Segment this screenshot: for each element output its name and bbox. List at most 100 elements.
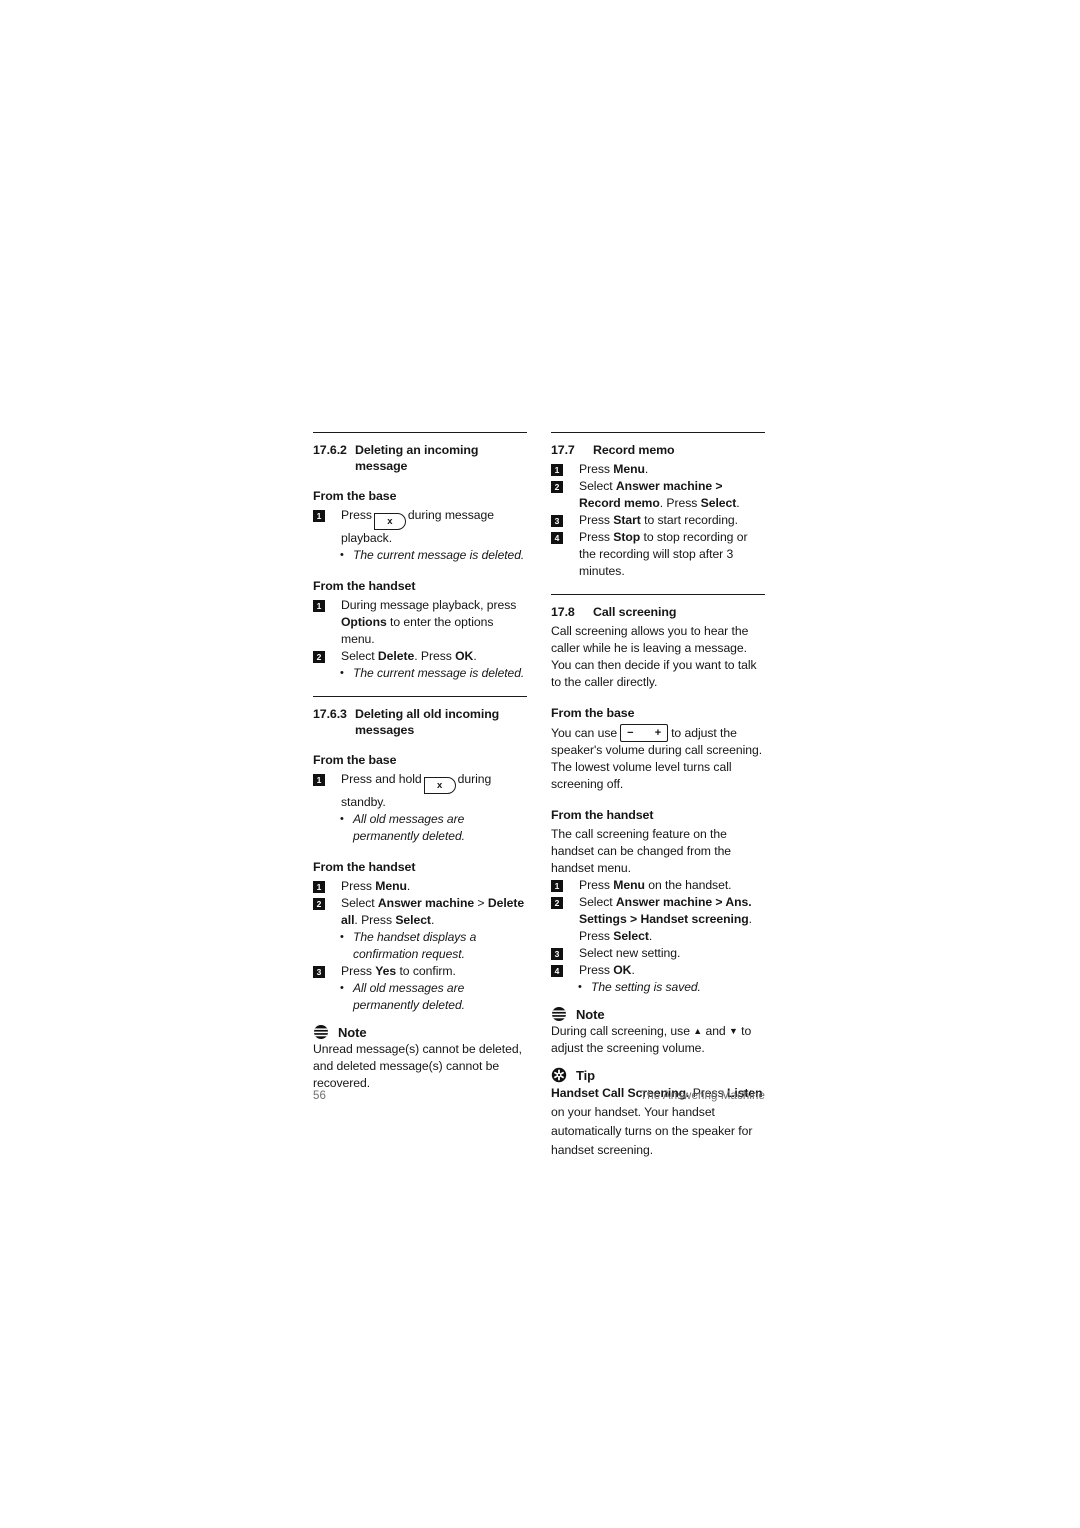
- handset-screening-intro: The call screening feature on the handse…: [551, 827, 732, 875]
- step-text: Select: [579, 479, 616, 493]
- page-content: 17.6.2 Deleting an incoming message From…: [313, 432, 765, 1160]
- step-item: 3 Select new setting.: [551, 945, 765, 962]
- note-label: Note: [576, 1006, 605, 1022]
- note-text-mid: and: [702, 1024, 729, 1038]
- step-marker: 4: [551, 531, 563, 544]
- bullet-item: All old messages are permanently deleted…: [313, 980, 527, 1014]
- subheading-from-the-handset-2: From the handset: [313, 860, 416, 874]
- note-body-2: During call screening, use ▲ and ▼ to ad…: [551, 1023, 765, 1057]
- step-marker: 1: [313, 880, 325, 893]
- step-text-pre: Press: [341, 508, 372, 522]
- bullet-item: The setting is saved.: [551, 979, 765, 996]
- note-icon: [313, 1024, 329, 1040]
- step-marker: 1: [313, 509, 325, 522]
- bullet-list-5: All old messages are permanently deleted…: [313, 980, 527, 1014]
- bullet-list-6: The setting is saved.: [551, 979, 765, 996]
- step-item: 1 Press Menu.: [551, 461, 765, 478]
- step-text: . Press: [414, 649, 456, 663]
- step-marker: 3: [551, 947, 563, 960]
- step-item: 4 Press Stop to stop recording or the rec…: [551, 529, 765, 580]
- step-text: Select: [341, 649, 378, 663]
- ui-term: Record memo: [579, 496, 660, 510]
- step-text: . Press: [659, 496, 701, 510]
- section-title: Record memo: [593, 443, 675, 457]
- ui-term: Answer machine: [377, 896, 475, 910]
- volume-minus-label: −: [627, 727, 634, 739]
- step-text: .: [430, 913, 435, 927]
- step-item: 3 Press Start to start recording.: [551, 512, 765, 529]
- ui-term: Handset screening: [640, 912, 749, 926]
- note-label: Note: [338, 1024, 367, 1040]
- ui-term: Select: [395, 913, 431, 927]
- subheading-from-the-handset-3: From the handset: [551, 808, 654, 822]
- ui-term: Select: [700, 496, 737, 510]
- delete-key-glyph: x: [423, 777, 456, 794]
- step-text: Press: [341, 964, 376, 978]
- step-marker: 2: [313, 650, 325, 663]
- step-text: Select: [579, 895, 616, 909]
- note-callout-header-2: Note: [551, 1006, 765, 1022]
- step-text: Press: [579, 530, 614, 544]
- ui-term: Answer machine: [615, 895, 713, 909]
- step-text: Select: [341, 896, 378, 910]
- arrow-down-icon: ▼: [728, 1026, 738, 1036]
- step-item: 1 Press x during message playback.: [313, 507, 527, 547]
- step-marker: 2: [551, 896, 563, 909]
- section-heading-17-6-3: 17.6.3 Deleting all old incoming message…: [313, 706, 527, 738]
- volume-instruction: You can use − + to adjust the speaker's vol…: [551, 724, 765, 793]
- volume-plus-label: +: [654, 727, 662, 739]
- step-text: .: [736, 496, 740, 510]
- step-text: Press: [579, 963, 614, 977]
- step-list-handset-screening: 1 Press Menu on the handset. 2 Select Answ…: [551, 877, 765, 979]
- section-number: 17.6.3: [313, 707, 347, 721]
- tip-label: Tip: [576, 1067, 595, 1083]
- note-icon: [551, 1006, 567, 1022]
- note-text-pre: During call screening, use: [551, 1024, 694, 1038]
- section-rule: [313, 696, 527, 697]
- step-item: 2 Select Answer machine > Ans. Settings >…: [551, 894, 765, 945]
- bullet-item: The current message is deleted.: [313, 665, 527, 682]
- step-item: 2 Select Answer machine > Record memo. Pr…: [551, 478, 765, 512]
- left-column: 17.6.2 Deleting an incoming message From…: [313, 432, 527, 1092]
- ui-term: Yes: [375, 964, 397, 978]
- step-marker: 1: [551, 879, 563, 892]
- step-item: 2 Select Answer machine > Delete all. Pre…: [313, 895, 527, 929]
- volume-text-pre: You can use: [551, 726, 618, 740]
- step-marker: 2: [551, 480, 563, 493]
- note-body: Unread message(s) cannot be deleted, and…: [313, 1042, 522, 1090]
- step-text: Press: [579, 513, 614, 527]
- section-rule: [313, 432, 527, 433]
- manual-page: 17.6.2 Deleting an incoming message From…: [0, 0, 1080, 1528]
- running-title: The Answering Machine: [640, 1090, 765, 1102]
- page-number: 56: [313, 1090, 326, 1102]
- ui-term: OK: [613, 963, 632, 977]
- step-list-1: 1 Press x during message playback.: [313, 507, 527, 547]
- step-text: During message playback, press: [341, 598, 517, 612]
- step-item: 1 Press Menu on the handset.: [551, 877, 765, 894]
- step-marker: 2: [313, 897, 325, 910]
- step-text: . Press: [354, 913, 396, 927]
- section-rule: [551, 594, 765, 595]
- step-list-3: 1 Press and hold x during standby.: [313, 771, 527, 811]
- call-screening-intro: Call screening allows you to hear the ca…: [551, 624, 757, 689]
- subheading-from-the-base-2: From the base: [313, 753, 397, 767]
- step-text: Select new setting.: [579, 946, 681, 960]
- step-text: .: [644, 462, 649, 476]
- subheading-from-the-base-1: From the base: [313, 489, 397, 503]
- ui-term: Select: [613, 929, 649, 943]
- section-heading-17-7: 17.7 Record memo: [551, 442, 765, 458]
- note-callout-header: Note: [313, 1024, 527, 1040]
- ui-term: Menu: [375, 879, 407, 893]
- step-item: 1 Press Menu.: [313, 878, 527, 895]
- step-item: 1 Press and hold x during standby.: [313, 771, 527, 811]
- bullet-item: The current message is deleted.: [313, 547, 527, 564]
- ui-term: Start: [613, 513, 641, 527]
- section-rule: [551, 432, 765, 433]
- delete-key-glyph: x: [373, 513, 406, 530]
- two-column-layout: 17.6.2 Deleting an incoming message From…: [313, 432, 765, 1160]
- tip-text: on your handset. Your handset automatica…: [551, 1105, 753, 1157]
- step-marker: 3: [551, 514, 563, 527]
- section-title: Deleting all old incoming messages: [355, 707, 500, 737]
- ui-term: >: [626, 912, 641, 926]
- ui-term: Menu: [613, 878, 645, 892]
